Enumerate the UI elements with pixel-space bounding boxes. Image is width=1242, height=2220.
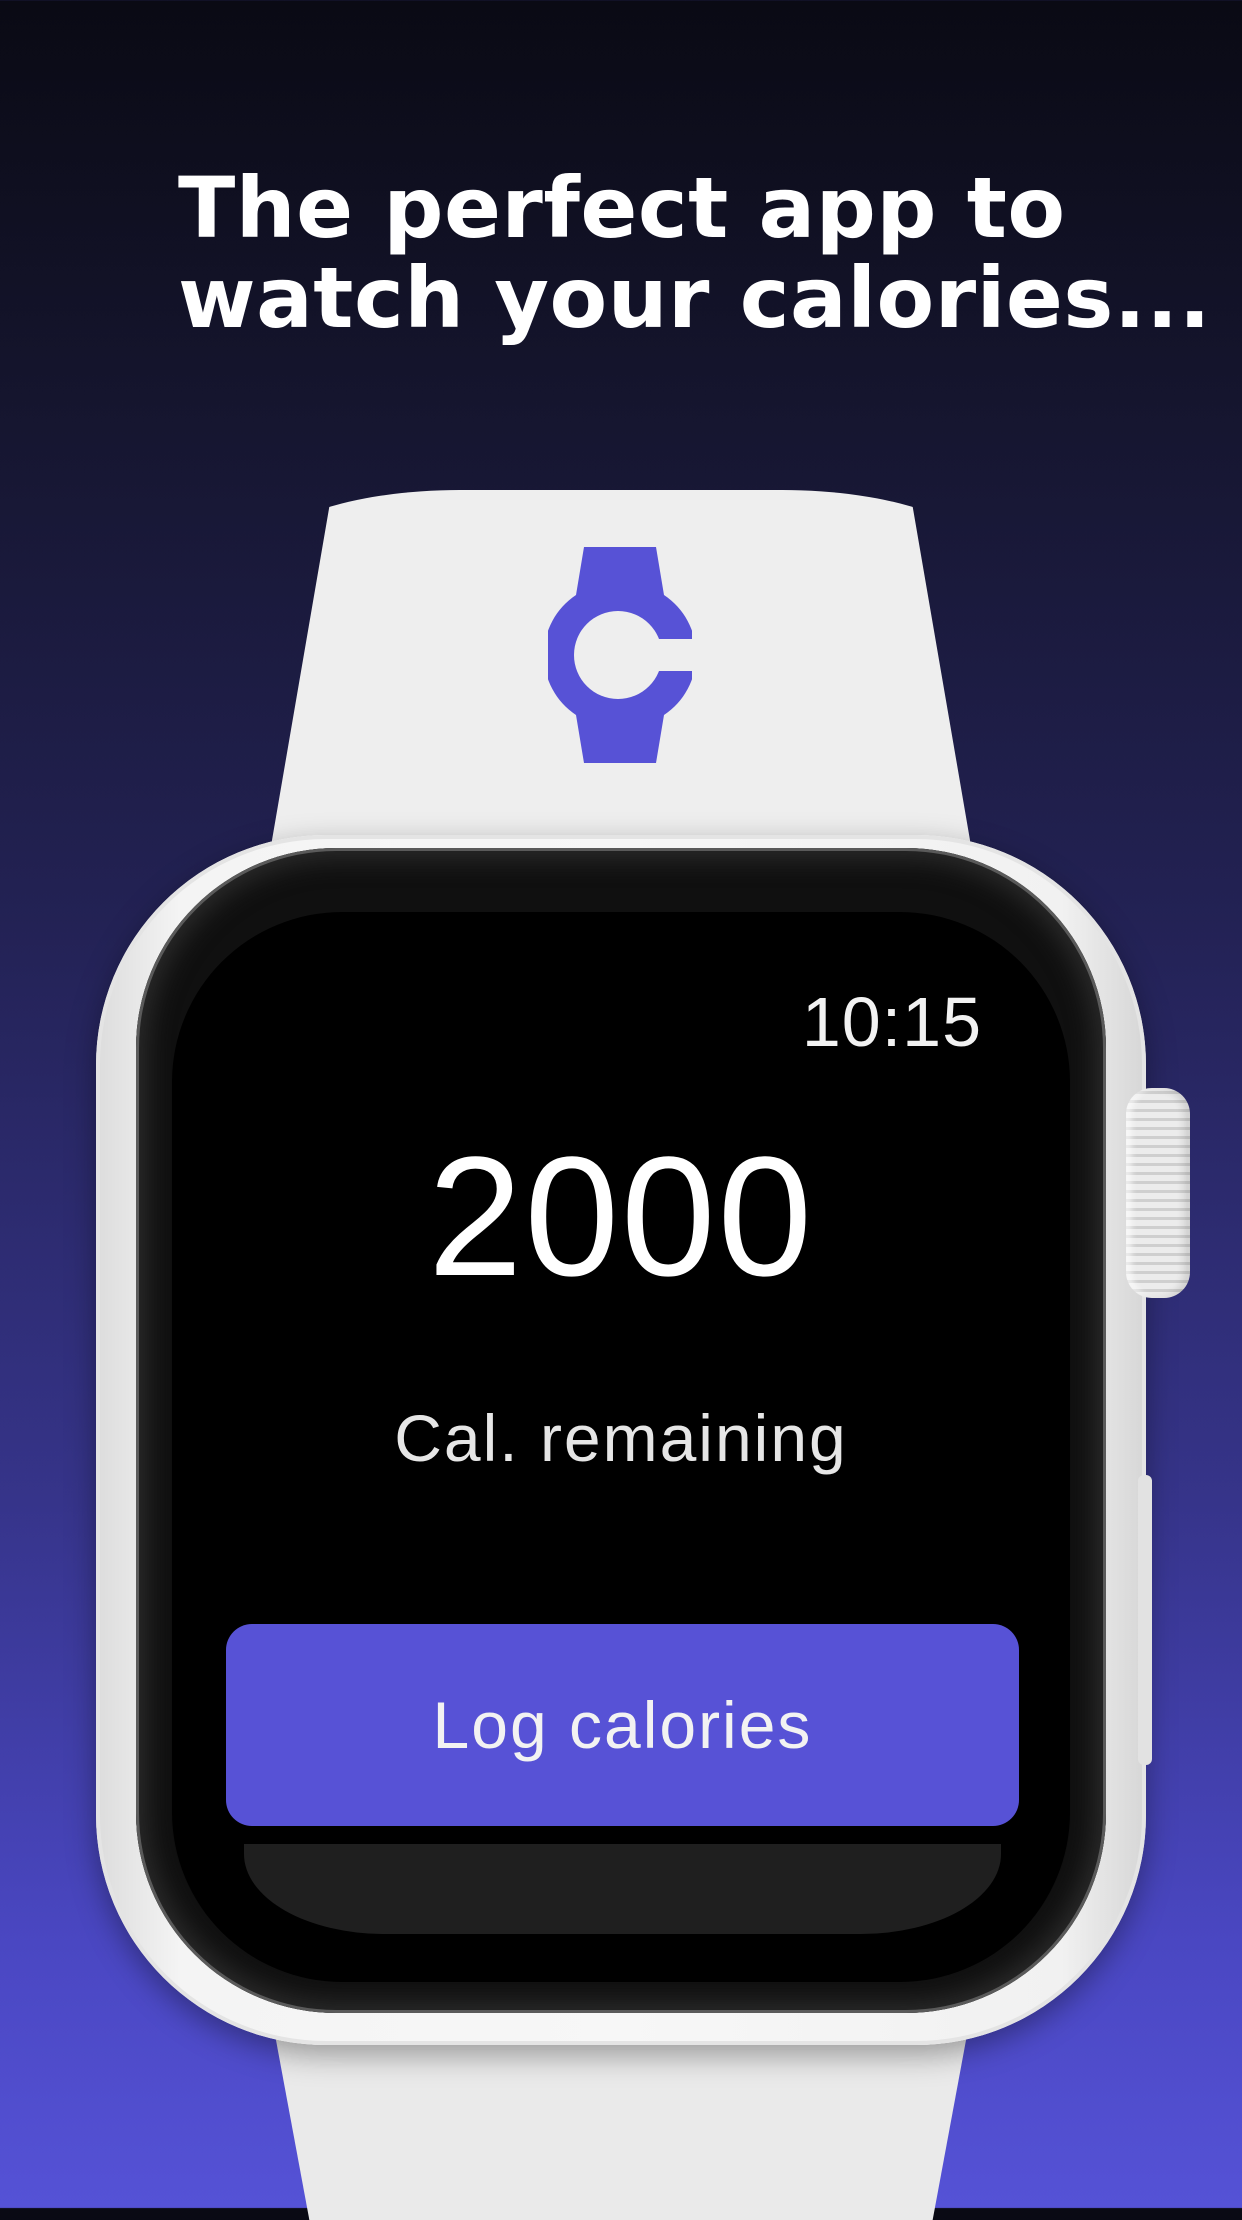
headline: The perfect app to watch your calories..… xyxy=(178,159,1212,347)
calories-remaining-label: Cal. remaining xyxy=(394,1401,848,1475)
digital-crown[interactable] xyxy=(1126,1088,1190,1298)
watch-time: 10:15 xyxy=(801,983,982,1061)
log-calories-button[interactable]: Log calories xyxy=(226,1624,1019,1826)
side-button[interactable] xyxy=(1138,1475,1152,1765)
next-list-item-peek xyxy=(244,1844,1001,1934)
watch-screen: 10:15 2000 Cal. remaining Log calories xyxy=(172,912,1070,1982)
calories-remaining-value: 2000 xyxy=(427,1122,815,1312)
headline-line-2: watch your calories... xyxy=(178,249,1212,347)
headline-line-1: The perfect app to xyxy=(178,159,1066,257)
watch-calorie-logo-icon xyxy=(548,547,692,763)
